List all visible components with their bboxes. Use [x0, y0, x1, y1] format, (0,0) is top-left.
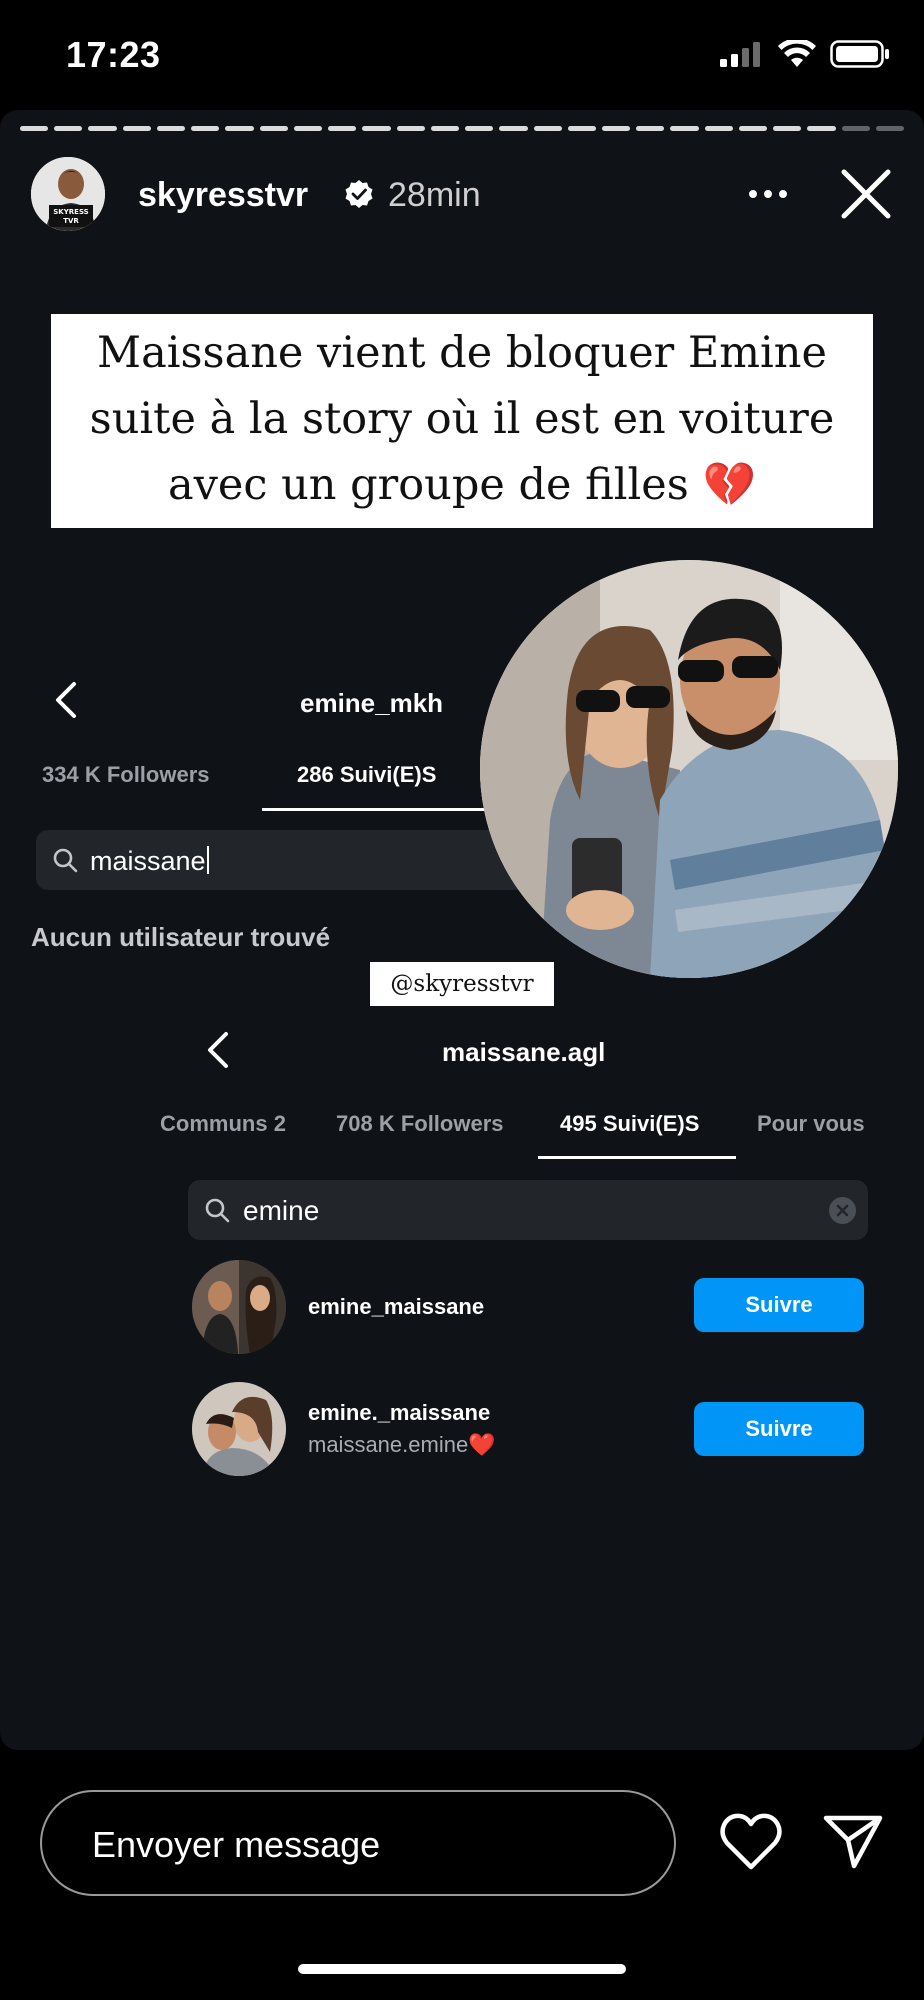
progress-segment: [430, 126, 460, 131]
tab-mutual[interactable]: 2 Communs: [160, 1111, 298, 1137]
profile-title: maissane.agl: [442, 1037, 606, 1067]
progress-segment: [601, 126, 631, 131]
follow-button[interactable]: Suivre: [694, 1278, 864, 1332]
avatar[interactable]: [192, 1260, 286, 1354]
back-chevron-icon[interactable]: [206, 1030, 230, 1070]
tab-followers[interactable]: 334 K Followers: [42, 762, 210, 788]
close-icon[interactable]: [836, 164, 896, 224]
result-username: emine_maissane: [308, 1294, 485, 1319]
follow-button[interactable]: Suivre: [694, 1402, 864, 1456]
active-tab-indicator: [262, 808, 492, 811]
message-placeholder: Envoyer message: [92, 1824, 381, 1865]
tab-following[interactable]: 495 Suivi(E)S: [560, 1111, 699, 1137]
progress-segment: [704, 126, 733, 131]
search-icon: [53, 848, 78, 873]
progress-segment: [191, 126, 220, 131]
progress-segment: [670, 126, 699, 131]
search-icon: [205, 1198, 230, 1223]
message-input[interactable]: Envoyer message: [40, 1790, 676, 1896]
home-indicator: [298, 1964, 626, 1974]
progress-segment: [293, 126, 323, 131]
progress-segment: [875, 126, 905, 131]
back-chevron-icon[interactable]: [54, 680, 78, 720]
status-time: 17:23: [66, 34, 161, 75]
headline-line: avec un groupe de filles 💔: [167, 460, 757, 510]
progress-segment: [807, 126, 836, 131]
list-item[interactable]: emine._maissane maissane.emine❤️ Suivre: [192, 1382, 872, 1478]
result-username: emine._maissane: [308, 1400, 491, 1425]
progress-segment: [773, 126, 802, 131]
progress-segment: [396, 126, 425, 131]
profile-title: emine_mkh: [300, 688, 444, 718]
progress-segment: [738, 126, 768, 131]
avatar-logo-text: SKYRESS: [53, 208, 88, 216]
progress-segment: [841, 126, 870, 131]
verified-badge-icon: [345, 180, 373, 208]
headline-line: Maissane vient de bloquer Emine: [97, 328, 827, 378]
search-value: maissane: [90, 846, 206, 876]
status-icons: [720, 40, 890, 68]
story-header: SKYRESS TVR skyresstvr 28min: [28, 154, 896, 238]
progress-segment: [636, 126, 665, 131]
more-options-button[interactable]: [738, 164, 798, 224]
tab-following[interactable]: 286 Suivi(E)S: [297, 762, 436, 788]
story-timestamp: 28min: [388, 176, 481, 214]
progress-segment: [328, 126, 357, 131]
progress-segment: [362, 126, 391, 131]
headline-line: suite à la story où il est en voiture: [89, 394, 835, 444]
result-fullname: maissane.emine❤️: [308, 1432, 496, 1457]
battery-icon: [830, 40, 889, 68]
more-dots-icon: [749, 190, 787, 198]
search-value: emine: [243, 1195, 320, 1226]
avatar-image: SKYRESS TVR: [31, 157, 105, 231]
svg-text:TVR: TVR: [63, 217, 79, 225]
avatar[interactable]: SKYRESS TVR: [28, 154, 108, 234]
list-item[interactable]: emine_maissane Suivre: [192, 1260, 872, 1356]
search-input[interactable]: maissane: [36, 830, 556, 890]
watermark-tag: @skyresstvr: [370, 962, 554, 1006]
wifi-icon: [778, 40, 816, 67]
progress-segment: [465, 126, 494, 131]
send-icon[interactable]: [820, 1808, 886, 1874]
signal-icon: [720, 42, 760, 67]
progress-segment: [122, 126, 151, 131]
progress-segment: [54, 126, 83, 131]
text-caret: [206, 846, 209, 874]
empty-result-message: Aucun utilisateur trouvé: [31, 922, 331, 952]
tab-for-you[interactable]: Pour vous: [757, 1111, 865, 1137]
status-bar: 17:23: [0, 0, 924, 110]
progress-segment: [225, 126, 254, 131]
headline-caption: Maissane vient de bloquer Emine suite à …: [51, 314, 873, 528]
progress-segment: [567, 126, 596, 131]
avatar[interactable]: [192, 1382, 286, 1476]
tab-followers[interactable]: 708 K Followers: [336, 1111, 504, 1137]
progress-segment: [156, 126, 186, 131]
progress-segment: [533, 126, 562, 131]
progress-segment: [88, 126, 117, 131]
active-tab-indicator: [538, 1156, 736, 1159]
story-progress-bar: [20, 126, 905, 131]
clear-search-icon[interactable]: [829, 1197, 856, 1224]
story-card[interactable]: SKYRESS TVR skyresstvr 28min Maissane vi…: [0, 110, 924, 1750]
progress-segment: [259, 126, 288, 131]
couple-photo: [480, 560, 898, 978]
progress-segment: [499, 126, 528, 131]
heart-icon[interactable]: [718, 1810, 784, 1876]
search-input[interactable]: emine: [188, 1180, 868, 1240]
story-username[interactable]: skyresstvr: [138, 176, 308, 215]
progress-segment: [20, 126, 49, 131]
couple-photo-image: [480, 560, 898, 978]
